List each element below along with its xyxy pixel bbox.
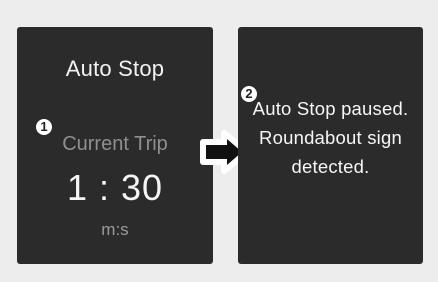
step-one-marker: 1: [36, 119, 52, 135]
paused-screen: Auto Stop paused. Roundabout sign detect…: [238, 27, 423, 264]
trip-time-unit: m:s: [101, 220, 129, 239]
illustration-frame: Auto Stop Current Trip 1 : 30 m:s 1 Auto…: [0, 0, 438, 282]
paused-message-line-2: Roundabout sign: [259, 127, 402, 148]
auto-stop-title: Auto Stop: [65, 56, 165, 81]
paused-message-line-1: Auto Stop paused.: [252, 98, 409, 119]
step-two-marker: 2: [241, 86, 257, 102]
trip-time-value: 1 : 30: [66, 167, 164, 208]
current-trip-label: Current Trip: [62, 133, 168, 155]
paused-message: Auto Stop paused. Roundabout sign detect…: [238, 94, 423, 181]
paused-message-line-3: detected.: [291, 156, 370, 177]
auto-stop-screen: Auto Stop Current Trip 1 : 30 m:s: [17, 27, 213, 264]
